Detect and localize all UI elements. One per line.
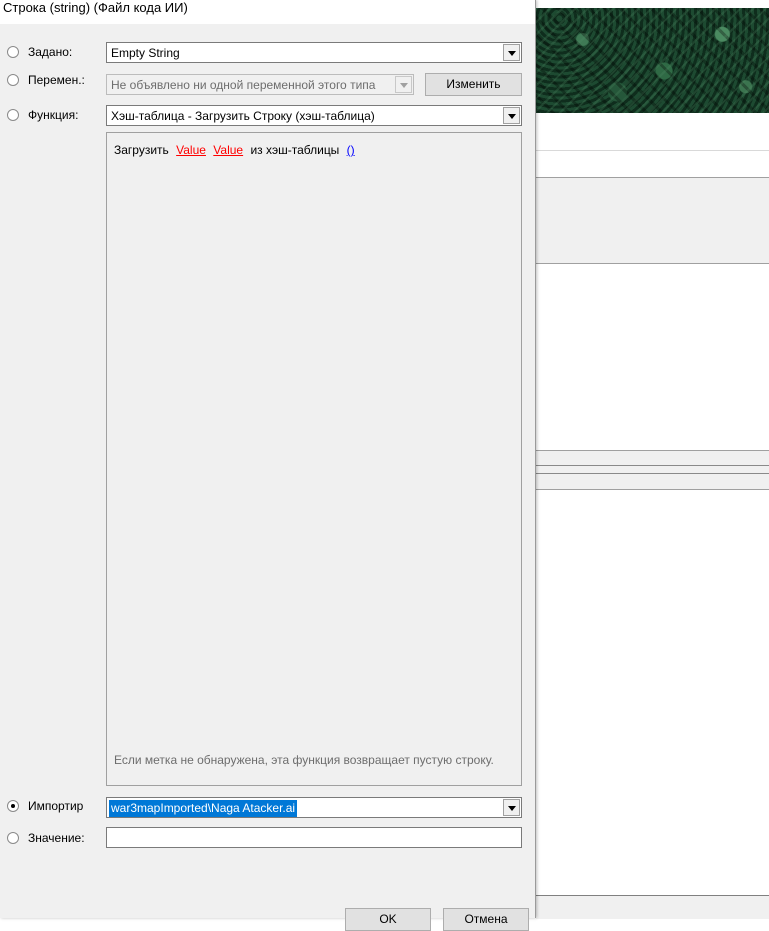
preset-value: Empty String xyxy=(111,46,180,60)
chevron-down-icon[interactable] xyxy=(503,107,520,124)
imported-radio[interactable] xyxy=(7,800,19,812)
dialog-title: Строка (string) (Файл кода ИИ) xyxy=(0,0,535,24)
variable-radio[interactable] xyxy=(7,74,19,86)
forest-image xyxy=(536,8,769,113)
imported-value: war3mapImported\Naga Atacker.ai xyxy=(109,800,298,817)
background-status-bar xyxy=(536,895,769,919)
function-label: Функция: xyxy=(28,108,79,122)
chevron-down-icon[interactable] xyxy=(503,44,520,61)
value-input[interactable] xyxy=(106,827,522,848)
edit-variable-button[interactable]: Изменить xyxy=(425,73,522,96)
function-radio[interactable] xyxy=(7,109,19,121)
value-radio[interactable] xyxy=(7,832,19,844)
function-combobox[interactable]: Хэш-таблица - Загрузить Строку (хэш-табл… xyxy=(106,105,522,126)
cancel-button[interactable]: Отмена xyxy=(443,908,529,931)
ok-button[interactable]: OK xyxy=(345,908,431,931)
value-label: Значение: xyxy=(28,831,85,845)
splitter[interactable] xyxy=(536,450,769,490)
variable-combobox[interactable]: Не объявлено ни одной переменной этого т… xyxy=(106,74,414,95)
function-parameters-panel: Загрузить Value Value из хэш-таблицы () … xyxy=(106,132,522,786)
string-value-dialog: Строка (string) (Файл кода ИИ) Задано: E… xyxy=(0,0,536,931)
param-key-link[interactable]: Value xyxy=(176,143,206,157)
preset-radio[interactable] xyxy=(7,46,19,58)
function-description: Если метка не обнаружена, эта функция во… xyxy=(114,753,494,767)
background-window xyxy=(536,0,769,919)
param-parent-key-link[interactable]: Value xyxy=(213,143,243,157)
function-text-prefix: Загрузить xyxy=(114,143,169,157)
imported-combobox[interactable]: war3mapImported\Naga Atacker.ai xyxy=(106,797,522,818)
chevron-down-icon[interactable] xyxy=(395,76,412,93)
chevron-down-icon[interactable] xyxy=(503,799,520,816)
function-text-mid: из хэш-таблицы xyxy=(250,143,340,157)
divider xyxy=(536,150,769,151)
imported-label: Импортир xyxy=(28,799,84,813)
param-hashtable-link[interactable]: () xyxy=(347,143,355,157)
variable-value: Не объявлено ни одной переменной этого т… xyxy=(111,78,376,92)
background-panel xyxy=(536,177,769,264)
function-value: Хэш-таблица - Загрузить Строку (хэш-табл… xyxy=(111,109,375,123)
preset-label: Задано: xyxy=(28,45,73,59)
function-sentence: Загрузить Value Value из хэш-таблицы () xyxy=(114,143,355,157)
preset-combobox[interactable]: Empty String xyxy=(106,42,522,63)
variable-label: Перемен.: xyxy=(28,73,85,87)
